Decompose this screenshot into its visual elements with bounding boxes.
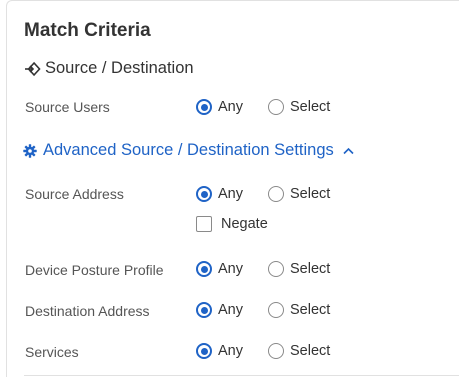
source-address-select-option[interactable]: Select xyxy=(268,186,330,202)
source-address-radio-group: Any Select xyxy=(196,186,330,202)
device-posture-radio-group: Any Select xyxy=(196,261,330,277)
services-any-radio[interactable] xyxy=(196,343,212,359)
source-users-any-text: Any xyxy=(218,99,243,115)
destination-address-any-radio[interactable] xyxy=(196,302,212,318)
source-users-select-radio[interactable] xyxy=(268,99,284,115)
source-users-label: Source Users xyxy=(25,99,110,115)
services-radio-group: Any Select xyxy=(196,343,330,359)
source-address-select-text: Select xyxy=(290,186,331,202)
source-address-any-radio[interactable] xyxy=(196,186,212,202)
services-any-text: Any xyxy=(218,343,243,359)
source-users-radio-group: Any Select xyxy=(196,99,330,115)
services-any-option[interactable]: Any xyxy=(196,343,243,359)
source-address-any-text: Any xyxy=(218,186,243,202)
destination-address-label: Destination Address xyxy=(25,303,150,319)
device-posture-select-option[interactable]: Select xyxy=(268,261,330,277)
gear-icon xyxy=(23,143,37,158)
negate-option[interactable]: Negate xyxy=(196,216,268,232)
source-users-select-option[interactable]: Select xyxy=(268,99,330,115)
device-posture-any-text: Any xyxy=(218,261,243,277)
source-destination-heading: Source / Destination xyxy=(24,59,194,78)
advanced-settings-toggle[interactable]: Advanced Source / Destination Settings xyxy=(23,141,354,160)
section-title: Match Criteria xyxy=(24,20,151,41)
source-destination-label: Source / Destination xyxy=(45,59,194,77)
source-address-label: Source Address xyxy=(25,186,124,202)
destination-address-radio-group: Any Select xyxy=(196,302,330,318)
destination-address-select-option[interactable]: Select xyxy=(268,302,330,318)
device-posture-any-option[interactable]: Any xyxy=(196,261,243,277)
device-posture-select-radio[interactable] xyxy=(268,261,284,277)
negate-text: Negate xyxy=(221,216,268,232)
source-destination-icon xyxy=(24,61,42,77)
destination-address-any-text: Any xyxy=(218,302,243,318)
negate-checkbox[interactable] xyxy=(196,216,212,232)
source-users-any-radio[interactable] xyxy=(196,99,212,115)
chevron-up-icon xyxy=(343,147,354,155)
services-select-radio[interactable] xyxy=(268,343,284,359)
destination-address-select-radio[interactable] xyxy=(268,302,284,318)
device-posture-select-text: Select xyxy=(290,261,331,277)
advanced-settings-label: Advanced Source / Destination Settings xyxy=(43,141,334,159)
device-posture-label: Device Posture Profile xyxy=(25,262,164,278)
services-select-option[interactable]: Select xyxy=(268,343,330,359)
services-label: Services xyxy=(25,344,79,360)
section-divider xyxy=(24,375,459,376)
services-select-text: Select xyxy=(290,343,331,359)
destination-address-select-text: Select xyxy=(290,302,331,318)
source-users-any-option[interactable]: Any xyxy=(196,99,243,115)
source-users-select-text: Select xyxy=(290,99,331,115)
destination-address-any-option[interactable]: Any xyxy=(196,302,243,318)
device-posture-any-radio[interactable] xyxy=(196,261,212,277)
source-address-any-option[interactable]: Any xyxy=(196,186,243,202)
source-address-select-radio[interactable] xyxy=(268,186,284,202)
